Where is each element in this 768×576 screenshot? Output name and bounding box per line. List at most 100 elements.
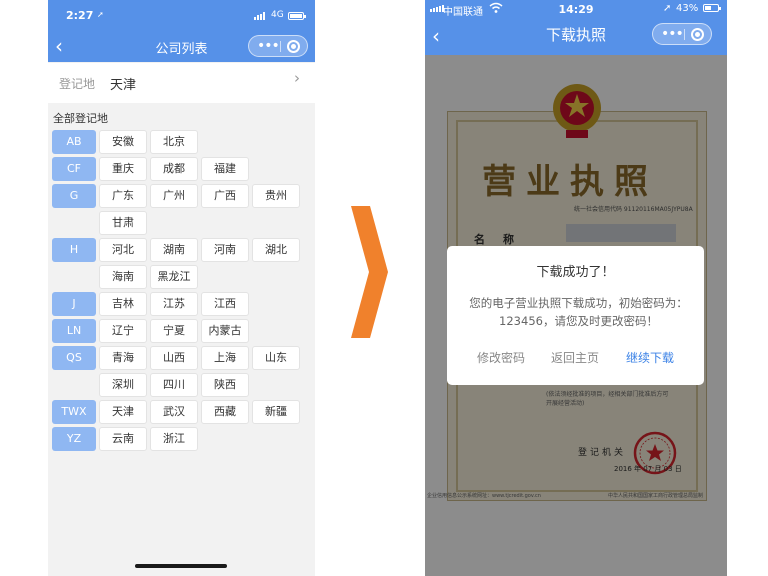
city-button[interactable]: 安徽 — [99, 130, 147, 154]
network-type: 4G — [271, 10, 284, 20]
city-list: 吉林 江苏 江西 — [99, 292, 249, 316]
region-row: 深圳 四川 陕西 — [52, 373, 312, 400]
region-row: TWX 天津 武汉 西藏 新疆 — [52, 400, 312, 427]
chevron-right-icon: › — [294, 69, 300, 87]
comparison-stage: 2:27 ➚ 4G ‹ 公司列表 ••• 登记地 天津 › 全部登记地 AB 安徽… — [0, 0, 768, 576]
region-selector[interactable]: 登记地 天津 › — [48, 63, 315, 103]
arrow-right-icon — [351, 206, 388, 338]
nav-bar: ‹ 下载执照 ••• — [425, 19, 727, 55]
continue-download-button[interactable]: 继续下载 — [626, 349, 674, 366]
letter-group-tag[interactable]: H — [52, 238, 96, 262]
city-button[interactable]: 吉林 — [99, 292, 147, 316]
city-list: 河北 湖南 河南 湖北 — [99, 238, 300, 262]
city-button[interactable]: 湖南 — [150, 238, 198, 262]
letter-group-tag[interactable]: CF — [52, 157, 96, 181]
city-button[interactable]: 北京 — [150, 130, 198, 154]
city-button[interactable]: 辽宁 — [99, 319, 147, 343]
dialog-message: 您的电子营业执照下载成功，初始密码为：123456，请您及时更改密码！ — [469, 296, 688, 328]
dialog-title: 下载成功了！ — [536, 265, 615, 280]
city-button[interactable]: 贵州 — [252, 184, 300, 208]
city-button[interactable]: 宁夏 — [150, 319, 198, 343]
city-button[interactable]: 新疆 — [252, 400, 300, 424]
city-button[interactable]: 山东 — [252, 346, 300, 370]
city-button[interactable]: 上海 — [201, 346, 249, 370]
city-button[interactable]: 陕西 — [201, 373, 249, 397]
back-home-button[interactable]: 返回主页 — [551, 349, 599, 366]
close-icon[interactable] — [691, 28, 704, 41]
more-icon[interactable]: ••• — [661, 27, 684, 41]
status-bar: 中国联通 14:29 ➚ 43% — [425, 0, 727, 19]
city-button[interactable]: 山西 — [150, 346, 198, 370]
city-button[interactable]: 福建 — [201, 157, 249, 181]
city-button[interactable]: 甘肃 — [99, 211, 147, 235]
city-button[interactable]: 广东 — [99, 184, 147, 208]
close-icon[interactable] — [287, 40, 300, 53]
download-license-screen: 中国联通 14:29 ➚ 43% ‹ 下载执照 ••• 营业执照 统一社会信用代… — [425, 0, 727, 576]
letter-group-tag[interactable]: J — [52, 292, 96, 316]
city-list: 深圳 四川 陕西 — [99, 373, 249, 397]
battery-percent: 43% — [676, 3, 699, 14]
letter-group-tag[interactable]: LN — [52, 319, 96, 343]
city-list: 安徽 北京 — [99, 130, 198, 154]
city-button[interactable]: 武汉 — [150, 400, 198, 424]
capsule-divider — [684, 29, 685, 40]
city-button[interactable]: 广州 — [150, 184, 198, 208]
city-button[interactable]: 青海 — [99, 346, 147, 370]
region-row: 海南 黑龙江 — [52, 265, 312, 292]
letter-group-tag[interactable]: QS — [52, 346, 96, 370]
letter-group-tag[interactable]: YZ — [52, 427, 96, 451]
region-row: YZ 云南 浙江 — [52, 427, 312, 454]
region-row: LN 辽宁 宁夏 内蒙古 — [52, 319, 312, 346]
city-button[interactable]: 浙江 — [150, 427, 198, 451]
city-list: 辽宁 宁夏 内蒙古 — [99, 319, 249, 343]
city-button[interactable]: 湖北 — [252, 238, 300, 262]
capsule-divider — [280, 41, 281, 52]
home-indicator — [135, 564, 227, 568]
city-button[interactable]: 内蒙古 — [201, 319, 249, 343]
city-button[interactable]: 海南 — [99, 265, 147, 289]
letter-group-tag[interactable]: G — [52, 184, 96, 208]
city-button[interactable]: 深圳 — [99, 373, 147, 397]
company-list-screen: 2:27 ➚ 4G ‹ 公司列表 ••• 登记地 天津 › 全部登记地 AB 安徽… — [48, 0, 315, 576]
city-list: 重庆 成都 福建 — [99, 157, 249, 181]
city-button[interactable]: 江苏 — [150, 292, 198, 316]
region-row: G 广东 广州 广西 贵州 — [52, 184, 312, 211]
change-password-button[interactable]: 修改密码 — [477, 349, 525, 366]
city-button[interactable]: 四川 — [150, 373, 198, 397]
region-row: H 河北 湖南 河南 湖北 — [52, 238, 312, 265]
city-list: 甘肃 — [99, 211, 147, 235]
region-row: QS 青海 山西 上海 山东 — [52, 346, 312, 373]
all-regions-heading: 全部登记地 — [53, 112, 108, 125]
battery-icon — [288, 12, 306, 20]
city-list: 海南 黑龙江 — [99, 265, 198, 289]
region-label: 登记地 — [59, 77, 96, 91]
mini-program-capsule: ••• — [248, 35, 308, 57]
city-button[interactable]: 成都 — [150, 157, 198, 181]
city-list: 云南 浙江 — [99, 427, 198, 451]
city-button[interactable]: 重庆 — [99, 157, 147, 181]
city-button[interactable]: 黑龙江 — [150, 265, 198, 289]
letter-group-tag[interactable]: AB — [52, 130, 96, 154]
mini-program-capsule: ••• — [652, 23, 712, 45]
city-button[interactable]: 天津 — [99, 400, 147, 424]
dialog-actions: 修改密码 返回主页 继续下载 — [447, 349, 704, 369]
battery-icon — [703, 4, 721, 12]
download-success-dialog: 下载成功了！ 您的电子营业执照下载成功，初始密码为：123456，请您及时更改密… — [447, 246, 704, 385]
nav-bar: ‹ 公司列表 ••• — [48, 32, 315, 62]
region-row: CF 重庆 成都 福建 — [52, 157, 312, 184]
region-row: J 吉林 江苏 江西 — [52, 292, 312, 319]
city-button[interactable]: 西藏 — [201, 400, 249, 424]
city-button[interactable]: 云南 — [99, 427, 147, 451]
city-button[interactable]: 河南 — [201, 238, 249, 262]
more-icon[interactable]: ••• — [257, 39, 280, 53]
city-button[interactable]: 广西 — [201, 184, 249, 208]
status-bar: 2:27 ➚ 4G — [48, 0, 315, 32]
city-button[interactable]: 河北 — [99, 238, 147, 262]
region-row: AB 安徽 北京 — [52, 130, 312, 157]
city-button[interactable]: 江西 — [201, 292, 249, 316]
license-viewer: 营业执照 统一社会信用代码 91120116MA05JYPU8A 名称 (依法须… — [425, 55, 727, 576]
letter-group-tag[interactable]: TWX — [52, 400, 96, 424]
status-time: 2:27 — [66, 9, 94, 22]
region-row: 甘肃 — [52, 211, 312, 238]
location-icon: ➚ — [663, 3, 672, 14]
